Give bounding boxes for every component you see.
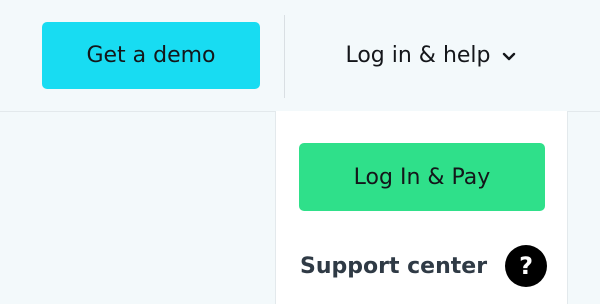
chevron-down-icon [501, 49, 517, 65]
login-help-label: Log in & help [345, 43, 491, 68]
question-mark-icon: ? [505, 245, 548, 287]
support-center-label: Support center [300, 253, 488, 279]
login-help-menu-toggle[interactable]: Log in & help [316, 22, 546, 89]
site-header: Get a demo Log in & help [0, 0, 600, 112]
header-divider [284, 15, 285, 98]
support-center-link[interactable]: Support center ? [300, 245, 548, 287]
login-help-dropdown: Log In & Pay Support center ? [275, 111, 568, 304]
get-a-demo-button[interactable]: Get a demo [42, 22, 260, 89]
log-in-and-pay-button[interactable]: Log In & Pay [299, 143, 545, 211]
